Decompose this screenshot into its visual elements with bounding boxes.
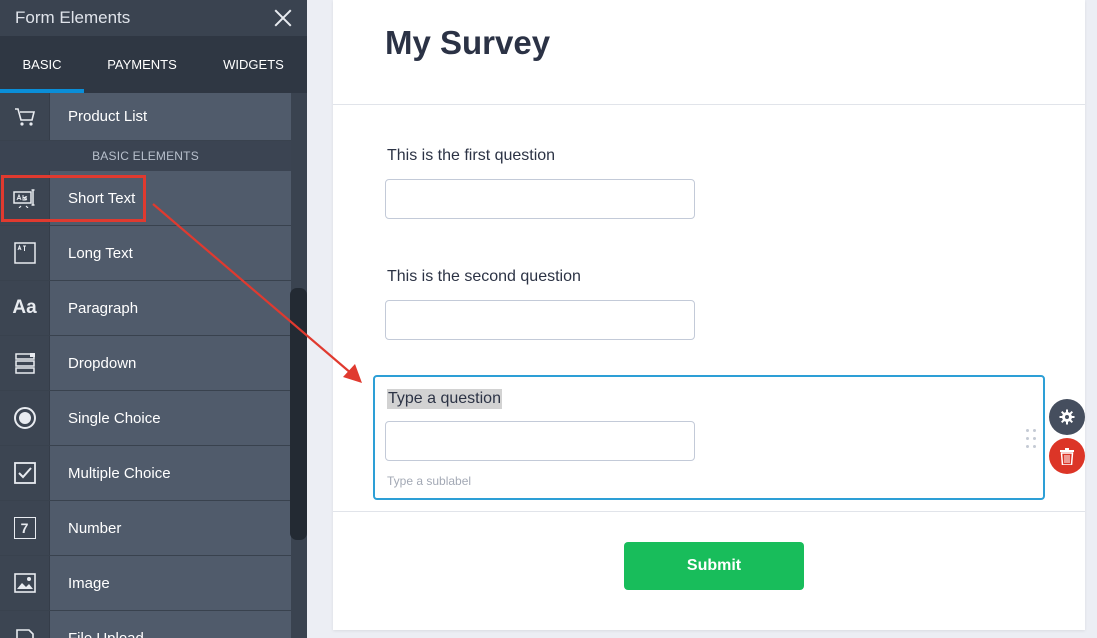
number-icon: 7 (0, 501, 50, 555)
gear-icon (1059, 409, 1075, 425)
element-file-upload[interactable]: File Upload (0, 611, 291, 638)
element-paragraph[interactable]: Aa Paragraph (0, 281, 291, 336)
element-label: Product List (50, 93, 291, 140)
file-upload-icon (0, 611, 50, 638)
form-canvas: My Survey This is the first question Thi… (333, 0, 1085, 630)
answer-input-1[interactable] (385, 179, 695, 219)
answer-input-2[interactable] (385, 300, 695, 340)
sublabel[interactable]: Type a sublabel (387, 474, 471, 488)
form-title[interactable]: My Survey (385, 24, 550, 62)
submit-button[interactable]: Submit (624, 542, 804, 590)
section-heading: BASIC ELEMENTS (0, 141, 291, 171)
element-multiple-choice[interactable]: Multiple Choice (0, 446, 291, 501)
form-elements-panel: Form Elements BASIC PAYMENTS WIDGETS Pro… (0, 0, 307, 638)
element-label: Paragraph (50, 281, 291, 335)
question-label-2[interactable]: This is the second question (387, 268, 581, 286)
element-label: File Upload (50, 611, 291, 638)
close-icon[interactable] (273, 8, 293, 28)
new-question-label[interactable]: Type a question (387, 389, 502, 409)
element-label: Single Choice (50, 391, 291, 445)
trash-icon (1060, 447, 1074, 465)
radio-icon (0, 391, 50, 445)
element-label: Multiple Choice (50, 446, 291, 500)
paragraph-icon: Aa (0, 281, 50, 335)
selected-short-text-field[interactable]: Type a question Type a sublabel (373, 375, 1045, 500)
element-label: Dropdown (50, 336, 291, 390)
element-single-choice[interactable]: Single Choice (0, 391, 291, 446)
checkbox-icon (0, 446, 50, 500)
element-image[interactable]: Image (0, 556, 291, 611)
number-glyph: 7 (13, 517, 36, 539)
paragraph-glyph: Aa (12, 297, 37, 318)
tab-basic[interactable]: BASIC (0, 36, 84, 93)
tab-payments[interactable]: PAYMENTS (84, 36, 200, 93)
panel-header: Form Elements (0, 0, 307, 36)
question-label-1[interactable]: This is the first question (387, 147, 555, 165)
short-text-icon (0, 171, 50, 225)
element-label: Long Text (50, 226, 291, 280)
delete-field-button[interactable] (1049, 438, 1085, 474)
element-label: Number (50, 501, 291, 555)
element-label: Short Text (50, 171, 291, 225)
dropdown-icon (0, 336, 50, 390)
long-text-icon (0, 226, 50, 280)
header-divider (333, 104, 1085, 105)
cart-icon (0, 93, 50, 140)
tab-widgets[interactable]: WIDGETS (200, 36, 307, 93)
element-product-list[interactable]: Product List (0, 93, 291, 141)
element-dropdown[interactable]: Dropdown (0, 336, 291, 391)
field-settings-button[interactable] (1049, 399, 1085, 435)
scrollbar-thumb[interactable] (290, 288, 307, 540)
panel-tabs: BASIC PAYMENTS WIDGETS (0, 36, 307, 93)
image-icon (0, 556, 50, 610)
element-short-text[interactable]: Short Text (0, 171, 291, 226)
new-answer-input[interactable] (385, 421, 695, 461)
element-label: Image (50, 556, 291, 610)
panel-title: Form Elements (15, 8, 131, 27)
element-number[interactable]: 7 Number (0, 501, 291, 556)
drag-handle-icon[interactable] (1026, 429, 1038, 449)
element-list: Product List BASIC ELEMENTS Short Text L… (0, 93, 291, 638)
footer-divider (333, 511, 1085, 512)
element-long-text[interactable]: Long Text (0, 226, 291, 281)
